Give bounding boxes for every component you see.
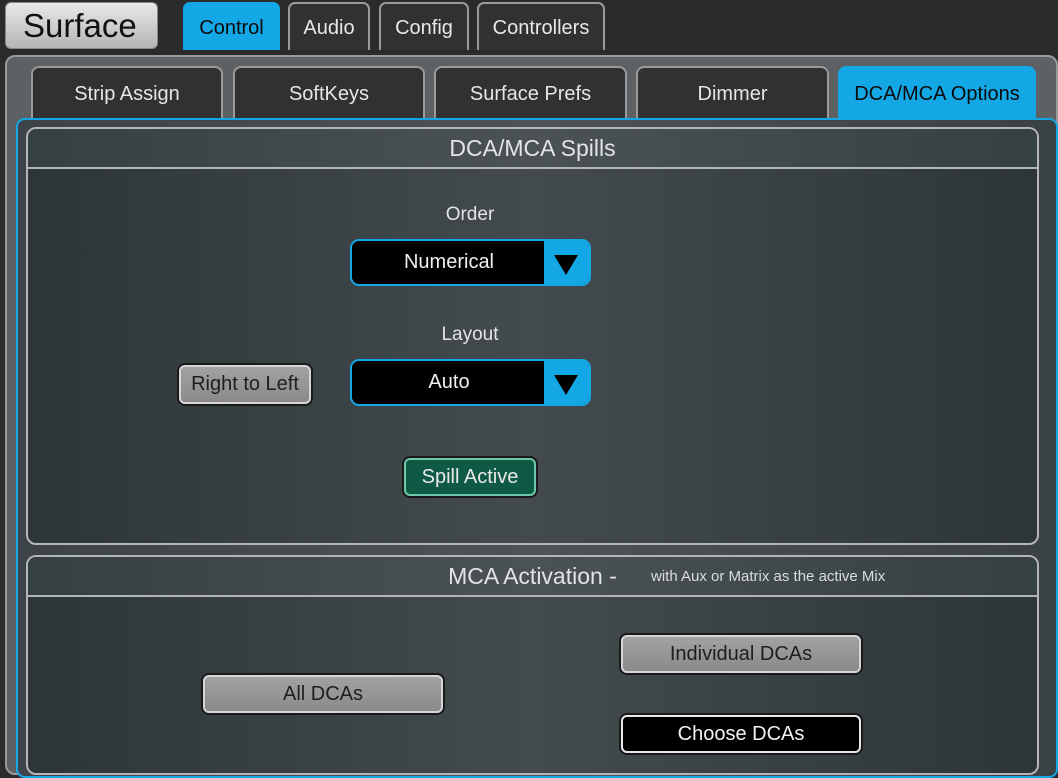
tab-strip-assign[interactable]: Strip Assign [31, 66, 223, 120]
layout-label: Layout [441, 324, 499, 345]
tab-audio[interactable]: Audio [288, 2, 370, 50]
tab-config[interactable]: Config [379, 2, 469, 50]
layout-value: Auto [428, 371, 470, 393]
triangle-down-icon [554, 375, 578, 395]
tab-control[interactable]: Control [183, 2, 280, 50]
mca-activation-title: MCA Activation - [448, 563, 617, 589]
layout-dropdown[interactable]: Auto [350, 359, 591, 406]
choose-dcas-button[interactable]: Choose DCAs [621, 715, 861, 753]
mca-activation-subtitle: with Aux or Matrix as the active Mix [651, 568, 886, 585]
order-value: Numerical [403, 251, 495, 273]
tab-dca-mca-options[interactable]: DCA/MCA Options [838, 66, 1036, 120]
layout-dropdown-arrow[interactable] [544, 361, 589, 404]
right-to-left-button[interactable]: Right to Left [179, 365, 311, 404]
tab-surface-prefs[interactable]: Surface Prefs [434, 66, 627, 120]
order-label: Order [445, 204, 495, 225]
mca-activation-header: MCA Activation - with Aux or Matrix as t… [28, 557, 1037, 597]
app-title: Surface [5, 2, 158, 49]
mca-activation-panel: MCA Activation - with Aux or Matrix as t… [26, 555, 1039, 775]
tab-softkeys[interactable]: SoftKeys [233, 66, 425, 120]
all-dcas-button[interactable]: All DCAs [203, 675, 443, 713]
triangle-down-icon [554, 255, 578, 275]
spills-panel-title: DCA/MCA Spills [28, 129, 1037, 169]
individual-dcas-button[interactable]: Individual DCAs [621, 635, 861, 673]
tab-dimmer[interactable]: Dimmer [636, 66, 829, 120]
order-dropdown-arrow[interactable] [544, 241, 589, 284]
spill-active-button[interactable]: Spill Active [404, 458, 536, 496]
tab-controllers[interactable]: Controllers [477, 2, 605, 50]
order-dropdown[interactable]: Numerical [350, 239, 591, 286]
